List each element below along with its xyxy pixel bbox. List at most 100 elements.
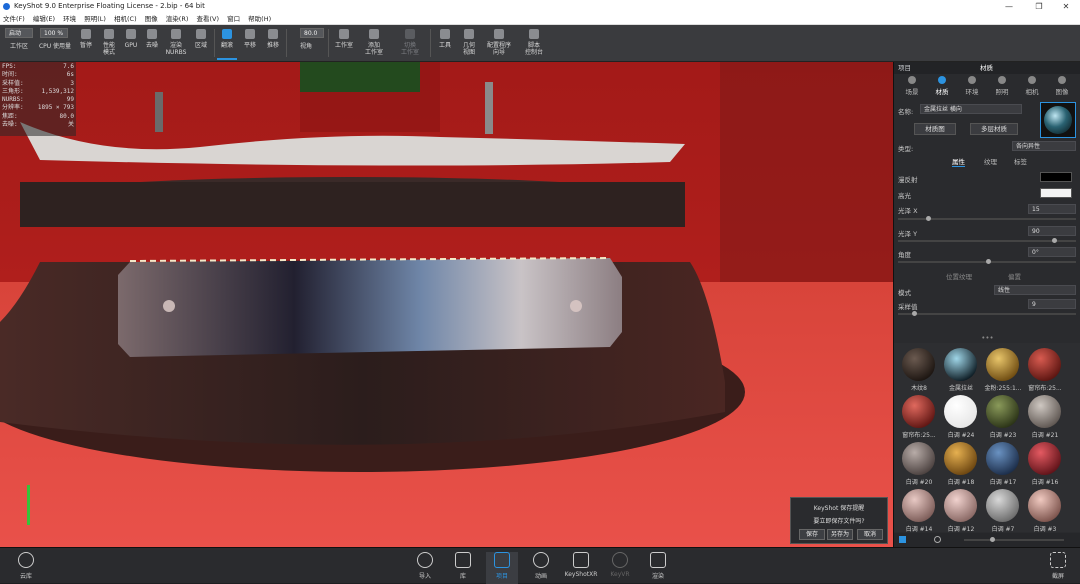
mode-select[interactable]: 线性 (994, 285, 1076, 295)
samples-slider[interactable] (898, 311, 1076, 316)
material-swatch[interactable] (986, 348, 1019, 381)
roughness-y-field[interactable]: 90 (1028, 226, 1076, 236)
material-swatch[interactable] (902, 489, 935, 522)
close-button[interactable]: ✕ (1052, 0, 1080, 13)
thumbnail-size-slider[interactable] (964, 537, 1064, 542)
offset-radio[interactable]: 偏置 (1008, 271, 1021, 281)
panel-splitter[interactable]: ••• (894, 334, 1080, 342)
material-swatch[interactable] (944, 395, 977, 428)
tab-material[interactable]: 材质 (927, 76, 957, 96)
save-as-button[interactable]: 另存为 (827, 529, 853, 540)
dolly-button[interactable]: 推移 (263, 27, 283, 60)
roughness-x-slider[interactable] (898, 216, 1076, 221)
menu-render[interactable]: 渲染(R) (166, 15, 189, 23)
menu-window[interactable]: 窗口 (227, 15, 240, 23)
cancel-button[interactable]: 取消 (857, 529, 883, 540)
pause-button[interactable]: 暂停 (76, 27, 96, 60)
pan-button[interactable]: 平移 (240, 27, 260, 60)
scene-render (0, 62, 893, 547)
library-button[interactable]: 库 (447, 552, 479, 580)
material-swatch[interactable] (902, 395, 935, 428)
material-swatch[interactable] (902, 442, 935, 475)
subtab-labels[interactable]: 标签 (1014, 156, 1027, 166)
cloud-library-button[interactable]: 云库 (10, 552, 42, 580)
cpu-usage-select[interactable]: 100 % (40, 28, 68, 38)
screenshot-button[interactable]: 截屏 (1042, 552, 1074, 580)
switch-studio-button[interactable]: 切换 工作室 (394, 27, 426, 60)
region-button[interactable]: 区域 (190, 27, 212, 60)
grid-view-icon[interactable] (899, 536, 906, 543)
render-viewport[interactable] (0, 62, 893, 547)
material-swatch[interactable] (902, 348, 935, 381)
angle-field[interactable]: 0° (1028, 247, 1076, 257)
save-button[interactable]: 保存 (799, 529, 825, 540)
tab-environment[interactable]: 环境 (957, 76, 987, 96)
menu-image[interactable]: 图像 (145, 15, 158, 23)
menu-view[interactable]: 查看(V) (196, 15, 219, 23)
tools-button[interactable]: 工具 (435, 27, 455, 60)
material-name-field[interactable]: 金属拉丝 横向 (920, 104, 1022, 114)
studio-button[interactable]: 工作室 (331, 27, 357, 60)
material-swatch[interactable] (986, 442, 1019, 475)
multi-material-button[interactable]: 多层材质 (970, 123, 1018, 135)
toolbar-divider (214, 29, 215, 57)
material-swatch[interactable] (944, 489, 977, 522)
minimize-button[interactable]: — (995, 0, 1023, 13)
script-console-button[interactable]: 脚本 控制台 (520, 27, 548, 60)
render-nurbs-button[interactable]: 渲染 NURBS (164, 27, 188, 60)
focal-length-field[interactable]: 80.0 (300, 28, 324, 38)
geometry-view-button[interactable]: 几何 视图 (458, 27, 480, 60)
menu-lighting[interactable]: 照明(L) (84, 15, 106, 23)
maximize-button[interactable]: ❐ (1025, 0, 1053, 13)
menu-camera[interactable]: 相机(C) (114, 15, 137, 23)
keyvr-button[interactable]: KeyVR (604, 552, 636, 578)
angle-slider[interactable] (898, 259, 1076, 264)
menu-file[interactable]: 文件(F) (3, 15, 25, 23)
menu-help[interactable]: 帮助(H) (248, 15, 271, 23)
roughness-y-slider[interactable] (898, 238, 1076, 243)
denoise-button[interactable]: 去噪 (142, 27, 162, 60)
add-studio-button[interactable]: 添加 工作室 (360, 27, 388, 60)
keyshotxr-button[interactable]: KeyShotXR (564, 552, 598, 578)
diffuse-color-swatch[interactable] (1040, 172, 1072, 182)
material-swatch[interactable] (986, 489, 1019, 522)
subtab-properties[interactable]: 属性 (952, 156, 965, 167)
material-type-select[interactable]: 各向异性 (1012, 141, 1076, 151)
material-swatch[interactable] (1028, 489, 1061, 522)
render-button[interactable]: 渲染 (642, 552, 674, 580)
material-swatch[interactable] (944, 348, 977, 381)
tab-lighting[interactable]: 照明 (987, 76, 1017, 96)
material-graph-button[interactable]: 材质图 (914, 123, 956, 135)
tab-scene[interactable]: 场景 (897, 76, 927, 96)
search-icon[interactable] (934, 536, 941, 543)
import-button[interactable]: 导入 (409, 552, 441, 580)
slider-knob[interactable] (1052, 238, 1057, 243)
slider-knob[interactable] (926, 216, 931, 221)
tumble-button[interactable]: 翻滚 (217, 27, 237, 60)
gpu-button[interactable]: GPU (122, 27, 140, 60)
material-swatch[interactable] (1028, 442, 1061, 475)
material-swatch[interactable] (1028, 348, 1061, 381)
material-swatch[interactable] (986, 395, 1019, 428)
roughness-x-field[interactable]: 15 (1028, 204, 1076, 214)
tab-camera[interactable]: 相机 (1017, 76, 1047, 96)
specular-color-swatch[interactable] (1040, 188, 1072, 198)
slider-knob[interactable] (912, 311, 917, 316)
configurator-wizard-button[interactable]: 配置程序 向导 (483, 27, 515, 60)
menu-edit[interactable]: 编辑(E) (33, 15, 55, 23)
angle-label: 角度 (898, 251, 911, 259)
project-button[interactable]: 项目 (486, 552, 518, 584)
slider-knob[interactable] (990, 537, 995, 542)
uv-texture-radio[interactable]: 位置纹理 (946, 271, 972, 281)
slider-knob[interactable] (986, 259, 991, 264)
subtab-textures[interactable]: 纹理 (984, 156, 997, 166)
material-swatch[interactable] (944, 442, 977, 475)
workspace-select[interactable]: 启动 (5, 28, 33, 38)
menu-environment[interactable]: 环境 (63, 15, 76, 23)
tab-image[interactable]: 图像 (1047, 76, 1077, 96)
performance-mode-button[interactable]: 性能 模式 (98, 27, 120, 60)
material-swatch[interactable] (1028, 395, 1061, 428)
animation-button[interactable]: 动画 (525, 552, 557, 580)
samples-field[interactable]: 9 (1028, 299, 1076, 309)
material-preview[interactable] (1040, 102, 1076, 138)
